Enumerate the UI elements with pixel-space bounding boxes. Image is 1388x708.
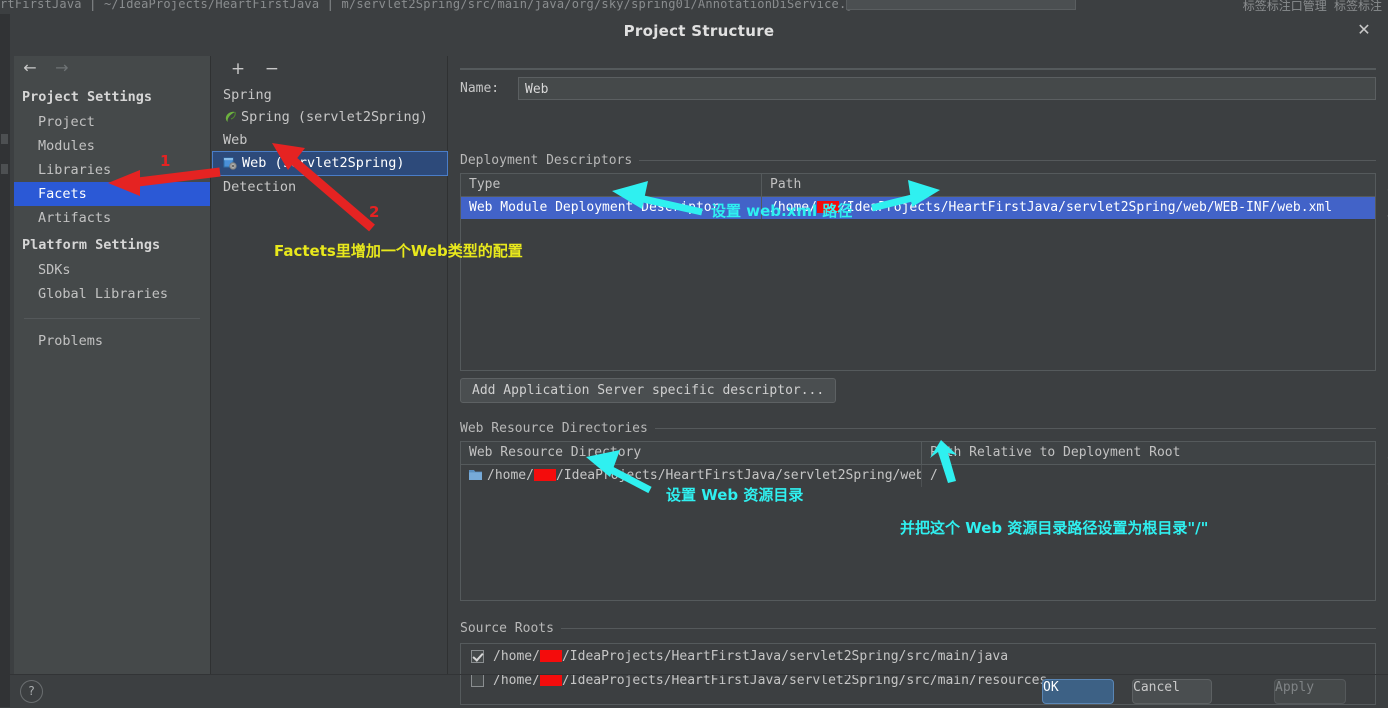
deployment-descriptors-title: Deployment Descriptors <box>460 153 640 168</box>
red-arrow-to-facets <box>108 167 221 196</box>
cyan-arrow-to-descriptor-path <box>871 180 940 212</box>
cyan-arrow-to-web-resource-dir <box>586 450 652 494</box>
cyan-arrow-to-descriptor-type <box>612 181 703 216</box>
annotation-overlay <box>108 143 957 494</box>
cyan-arrow-to-relative-root <box>930 440 957 483</box>
source-roots-title: Source Roots <box>460 621 561 636</box>
red-arrow-to-web-facet <box>272 143 375 232</box>
web-resource-directories-title: Web Resource Directories <box>460 421 655 436</box>
